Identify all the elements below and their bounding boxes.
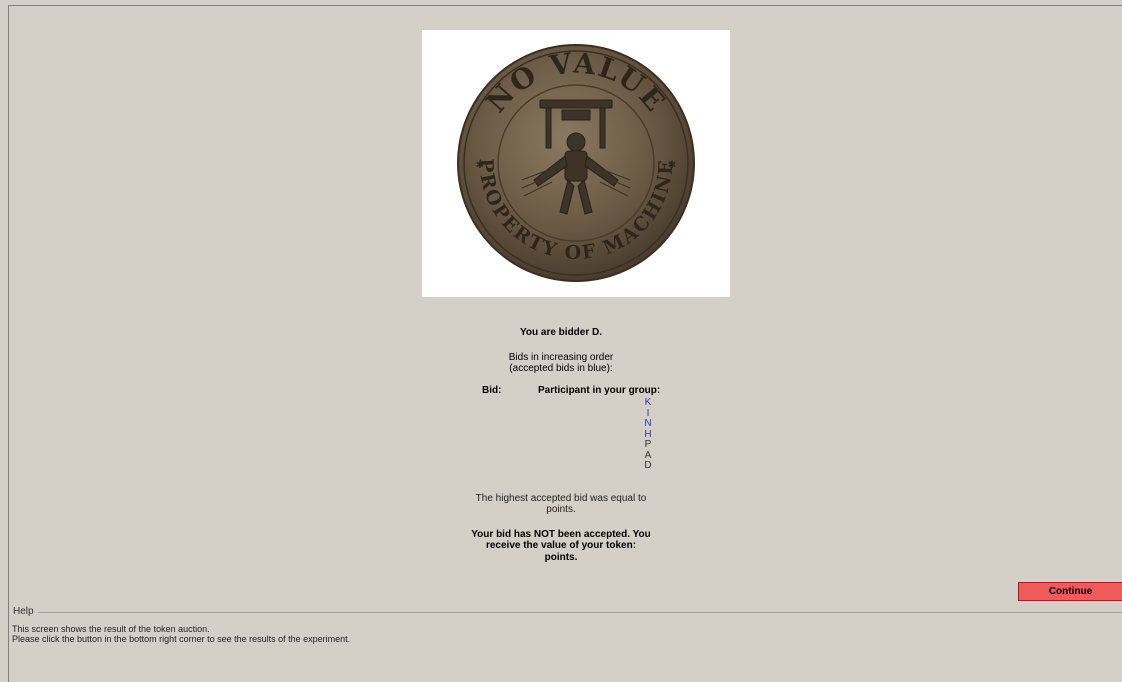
token-image: NO VALUE PROPERTY OF MACHINE ✱ ✱ xyxy=(422,30,730,297)
svg-text:✱: ✱ xyxy=(476,160,484,171)
list-item: D xyxy=(644,460,652,471)
bids-intro-line1: Bids in increasing order xyxy=(508,352,614,363)
bids-intro-line2: (accepted bids in blue): xyxy=(509,363,613,374)
window-frame-left xyxy=(8,5,9,682)
outcome-line1: Your bid has NOT been accepted. You xyxy=(471,529,651,540)
outcome-line3: points. xyxy=(544,552,578,563)
continue-button[interactable]: Continue xyxy=(1018,582,1122,601)
bidder-identity: You are bidder D. xyxy=(519,327,603,338)
list-item: P xyxy=(644,439,652,450)
help-text: This screen shows the result of the toke… xyxy=(12,624,351,644)
highest-bid-line2: points. xyxy=(546,504,576,515)
participant-column-header: Participant in your group: xyxy=(538,385,661,396)
help-divider xyxy=(38,612,1122,613)
list-item: K xyxy=(644,397,652,408)
help-label: Help xyxy=(12,606,35,617)
participant-list: K I N H P A D xyxy=(638,397,658,472)
bid-column-header: Bid: xyxy=(482,385,502,396)
window-frame-top xyxy=(8,5,1122,6)
svg-text:✱: ✱ xyxy=(668,160,676,171)
token-coin-icon: NO VALUE PROPERTY OF MACHINE ✱ ✱ xyxy=(457,44,695,282)
outcome-line2: receive the value of your token: xyxy=(485,540,637,551)
list-item: N xyxy=(644,418,652,429)
highest-bid-line1: The highest accepted bid was equal to xyxy=(475,493,647,504)
help-line2: Please click the button in the bottom ri… xyxy=(12,633,351,644)
